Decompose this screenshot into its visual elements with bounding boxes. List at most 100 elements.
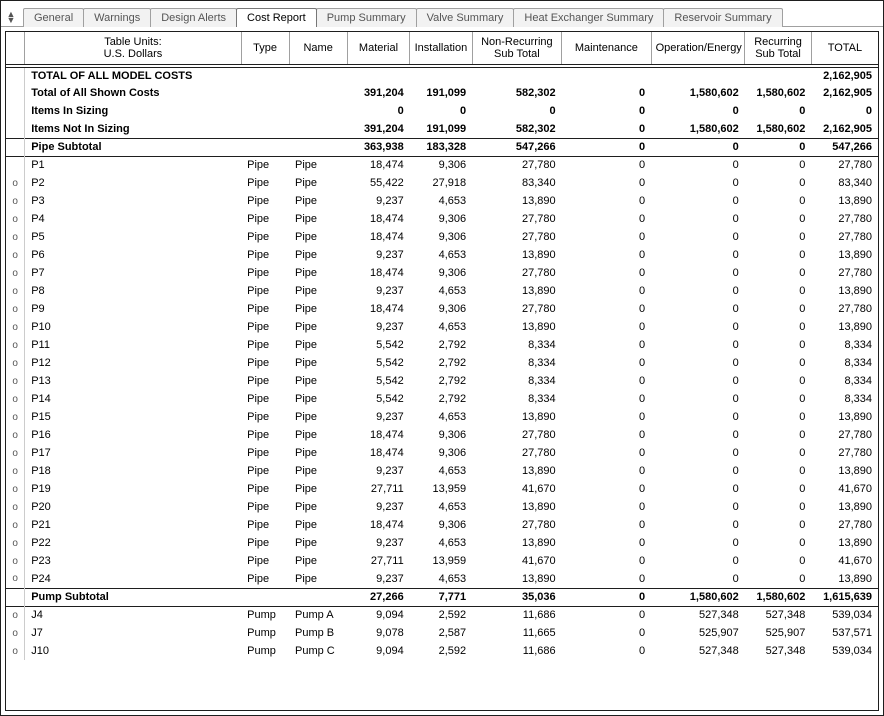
row-id: P23 (25, 552, 241, 570)
row-name: Pipe (289, 390, 347, 408)
table-row[interactable]: oP11PipePipe5,5422,7928,3340008,334 (6, 336, 878, 354)
row-id: P7 (25, 264, 241, 282)
table-row[interactable]: oP18PipePipe9,2374,65313,89000013,890 (6, 462, 878, 480)
cell: 8,334 (811, 354, 878, 372)
cell: 0 (745, 282, 812, 300)
table-row[interactable]: oJ4PumpPump A9,0942,59211,6860527,348527… (6, 606, 878, 624)
table-row[interactable]: oP2PipePipe55,42227,91883,34000083,340 (6, 174, 878, 192)
cell: 0 (651, 210, 745, 228)
col-recurring[interactable]: RecurringSub Total (745, 32, 812, 66)
col-nonrecurring[interactable]: Non-RecurringSub Total (472, 32, 561, 66)
cell: 41,670 (811, 480, 878, 498)
row-marker: o (6, 246, 25, 264)
table-row[interactable]: oP12PipePipe5,5422,7928,3340008,334 (6, 354, 878, 372)
col-total[interactable]: TOTAL (811, 32, 878, 66)
cell: 9,306 (410, 444, 472, 462)
table-row[interactable]: TOTAL OF ALL MODEL COSTS2,162,905 (6, 66, 878, 84)
cell: 0 (651, 498, 745, 516)
tab-heat-exchanger-summary[interactable]: Heat Exchanger Summary (513, 8, 664, 27)
table-row[interactable]: oP16PipePipe18,4749,30627,78000027,780 (6, 426, 878, 444)
col-operation[interactable]: Operation/Energy (651, 32, 745, 66)
table-row[interactable]: oP4PipePipe18,4749,30627,78000027,780 (6, 210, 878, 228)
row-id: P16 (25, 426, 241, 444)
table-row[interactable]: oP19PipePipe27,71113,95941,67000041,670 (6, 480, 878, 498)
row-type: Pipe (241, 156, 289, 174)
cell: 539,034 (811, 642, 878, 660)
row-marker: o (6, 372, 25, 390)
row-marker: o (6, 390, 25, 408)
table-row[interactable]: oP3PipePipe9,2374,65313,89000013,890 (6, 192, 878, 210)
cell: 0 (562, 318, 651, 336)
cell: 9,237 (347, 534, 409, 552)
table-row[interactable]: oP24PipePipe9,2374,65313,89000013,890 (6, 570, 878, 588)
table-row[interactable]: oP22PipePipe9,2374,65313,89000013,890 (6, 534, 878, 552)
table-row[interactable]: oP23PipePipe27,71113,95941,67000041,670 (6, 552, 878, 570)
cell: 0 (745, 192, 812, 210)
collapse-button[interactable]: ▲ ▼ (3, 7, 19, 27)
grand-total-label: TOTAL OF ALL MODEL COSTS (25, 66, 812, 84)
cell: 27,780 (472, 264, 561, 282)
row-id: P21 (25, 516, 241, 534)
cell: 2,162,905 (811, 120, 878, 138)
row-marker (6, 156, 25, 174)
tab-valve-summary[interactable]: Valve Summary (416, 8, 515, 27)
tab-design-alerts[interactable]: Design Alerts (150, 8, 237, 27)
cell: 0 (745, 480, 812, 498)
col-recurring-l1: Recurring (754, 36, 802, 48)
col-maintenance[interactable]: Maintenance (562, 32, 651, 66)
table-row[interactable]: oP15PipePipe9,2374,65313,89000013,890 (6, 408, 878, 426)
row-id: P12 (25, 354, 241, 372)
row-marker: o (6, 516, 25, 534)
table-row[interactable]: oP13PipePipe5,5422,7928,3340008,334 (6, 372, 878, 390)
table-row[interactable]: oJ10PumpPump C9,0942,59211,6860527,34852… (6, 642, 878, 660)
table-row[interactable]: oP6PipePipe9,2374,65313,89000013,890 (6, 246, 878, 264)
cell: 13,890 (811, 192, 878, 210)
cell: 0 (745, 156, 812, 174)
col-name[interactable]: Name (289, 32, 347, 66)
table-row[interactable]: oP8PipePipe9,2374,65313,89000013,890 (6, 282, 878, 300)
cell: 18,474 (347, 444, 409, 462)
table-row[interactable]: Pipe Subtotal363,938183,328547,266000547… (6, 138, 878, 156)
table-row[interactable]: Items In Sizing0000000 (6, 102, 878, 120)
cell: 13,890 (811, 534, 878, 552)
row-name: Pipe (289, 498, 347, 516)
cell (6, 138, 25, 156)
table-row[interactable]: oJ7PumpPump B9,0782,58711,6650525,907525… (6, 624, 878, 642)
tab-reservoir-summary[interactable]: Reservoir Summary (663, 8, 782, 27)
row-marker: o (6, 570, 25, 588)
col-installation[interactable]: Installation (410, 32, 472, 66)
tab-general[interactable]: General (23, 8, 84, 27)
cell: 0 (745, 444, 812, 462)
table-scroll[interactable]: Table Units: U.S. Dollars Type Name Mate… (5, 31, 879, 711)
cell: 0 (562, 138, 651, 156)
col-type[interactable]: Type (241, 32, 289, 66)
table-row[interactable]: Pump Subtotal27,2667,77135,03601,580,602… (6, 588, 878, 606)
table-row[interactable]: oP21PipePipe18,4749,30627,78000027,780 (6, 516, 878, 534)
table-row[interactable]: oP14PipePipe5,5422,7928,3340008,334 (6, 390, 878, 408)
table-row[interactable]: oP5PipePipe18,4749,30627,78000027,780 (6, 228, 878, 246)
table-row[interactable]: Total of All Shown Costs391,204191,09958… (6, 84, 878, 102)
cell: 0 (651, 480, 745, 498)
table-row[interactable]: P1PipePipe18,4749,30627,78000027,780 (6, 156, 878, 174)
tab-cost-report[interactable]: Cost Report (236, 8, 317, 27)
col-marker[interactable] (6, 32, 25, 66)
table-row[interactable]: oP10PipePipe9,2374,65313,89000013,890 (6, 318, 878, 336)
table-row[interactable]: oP9PipePipe18,4749,30627,78000027,780 (6, 300, 878, 318)
col-units[interactable]: Table Units: U.S. Dollars (25, 32, 241, 66)
col-material[interactable]: Material (347, 32, 409, 66)
table-row[interactable]: oP20PipePipe9,2374,65313,89000013,890 (6, 498, 878, 516)
cell: 0 (562, 372, 651, 390)
row-name: Pipe (289, 156, 347, 174)
row-id: P1 (25, 156, 241, 174)
cell: 0 (651, 354, 745, 372)
cell: 0 (651, 534, 745, 552)
cell: 527,348 (651, 606, 745, 624)
cell (289, 102, 347, 120)
cell: 2,162,905 (811, 84, 878, 102)
cell: 2,792 (410, 390, 472, 408)
table-row[interactable]: oP7PipePipe18,4749,30627,78000027,780 (6, 264, 878, 282)
tab-pump-summary[interactable]: Pump Summary (316, 8, 417, 27)
table-row[interactable]: oP17PipePipe18,4749,30627,78000027,780 (6, 444, 878, 462)
tab-warnings[interactable]: Warnings (83, 8, 151, 27)
table-row[interactable]: Items Not In Sizing391,204191,099582,302… (6, 120, 878, 138)
